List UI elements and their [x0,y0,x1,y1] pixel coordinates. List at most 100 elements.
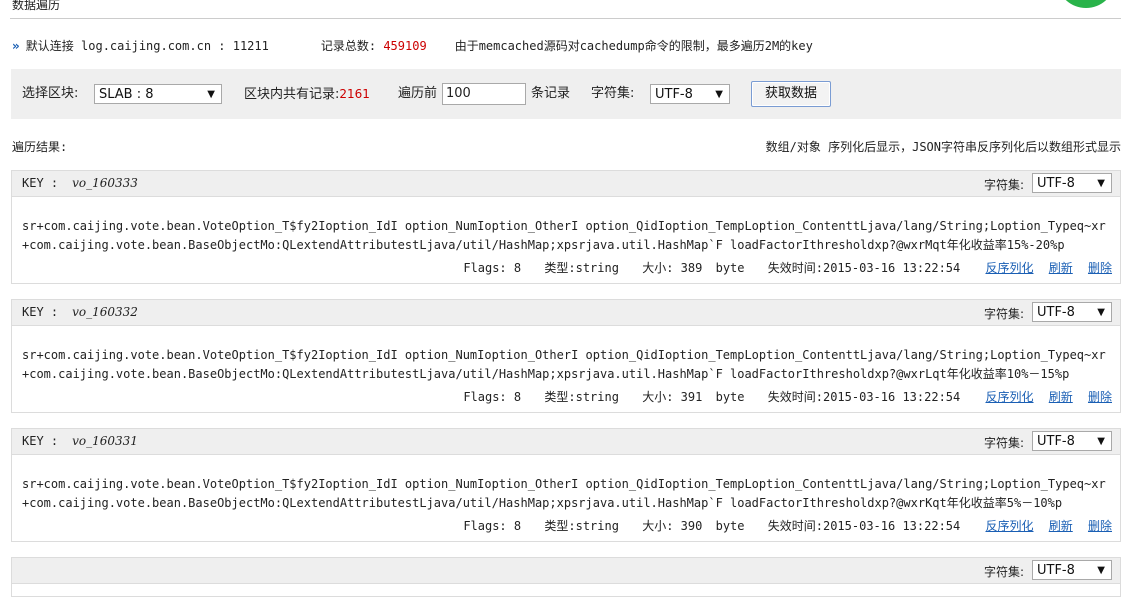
size-unit: byte [715,390,745,404]
expire-label: 失效时间: [767,519,823,533]
record-charset-select[interactable]: UTF-8 ▼ [1032,173,1112,193]
results-label: 遍历结果: [12,140,68,154]
flags-value: 8 [513,390,522,404]
type-value: string [575,390,619,404]
flags-value: 8 [513,519,522,533]
title-divider [10,18,1121,19]
record-header: 字符集: UTF-8 ▼ [12,558,1120,584]
record-header: KEY : vo_160331 字符集: UTF-8 ▼ [12,429,1120,455]
type-value: string [575,261,619,275]
delete-link[interactable]: 删除 [1088,390,1112,404]
record-value: sr+com.caijing.vote.bean.VoteOption_T$fy… [22,477,1106,510]
caret-down-icon: ▼ [715,89,723,100]
caret-down-icon: ▼ [1097,307,1105,318]
record-header: KEY : vo_160332 字符集: UTF-8 ▼ [12,300,1120,326]
expire-value: 2015-03-16 13:22:54 [822,390,961,404]
record-charset-label: 字符集: [983,565,1024,579]
record-key: KEY : vo_160333 [22,176,138,190]
caret-down-icon: ▼ [1097,178,1105,189]
record-value: sr+com.caijing.vote.bean.VoteOption_T$fy… [22,219,1106,252]
record-key: KEY : vo_160331 [22,434,138,448]
type-label: 类型: [544,519,576,533]
record-charset-value: UTF-8 [1037,305,1075,320]
traverse-suffix: 条记录 [531,86,571,101]
record-key-value: vo_160333 [72,176,138,190]
record-value: sr+com.caijing.vote.bean.VoteOption_T$fy… [22,348,1106,381]
flags-label: Flags: [463,519,507,533]
size-label: 大小: [642,261,674,275]
record-key-value: vo_160331 [72,434,138,448]
refresh-link[interactable]: 刷新 [1049,261,1073,275]
expire-label: 失效时间: [767,261,823,275]
record-header: KEY : vo_160333 字符集: UTF-8 ▼ [12,171,1120,197]
caret-down-icon: ▼ [207,89,215,100]
total-value: 459109 [383,39,427,53]
record-key-label: KEY : [22,305,59,319]
record-charset-select[interactable]: UTF-8 ▼ [1032,431,1112,451]
slab-label: 选择区块: [22,86,79,101]
record-item: KEY : vo_160333 字符集: UTF-8 ▼ sr+com.caiji… [11,170,1121,284]
results-note: 数组/对象 序列化后显示，JSON字符串反序列化后以数组形式显示 [765,140,1121,154]
delete-link[interactable]: 删除 [1088,261,1112,275]
caret-down-icon: ▼ [1097,565,1105,576]
traverse-prefix: 遍历前 [398,86,438,101]
size-value: 391 [680,390,703,404]
size-unit: byte [715,519,745,533]
total-label: 记录总数: [320,39,377,53]
type-label: 类型: [544,390,576,404]
unserialize-link[interactable]: 反序列化 [985,390,1033,404]
green-status-icon[interactable] [1058,0,1114,8]
block-total-value: 2161 [339,87,370,101]
unserialize-link[interactable]: 反序列化 [985,261,1033,275]
size-label: 大小: [642,390,674,404]
double-chevron-right-icon: » [12,39,20,53]
record-item: KEY : vo_160331 字符集: UTF-8 ▼ sr+com.caiji… [11,428,1121,542]
record-charset-select[interactable]: UTF-8 ▼ [1032,560,1112,580]
slab-select-value: SLAB : 8 [99,87,154,102]
flags-label: Flags: [463,390,507,404]
connection-info: » 默认连接 log.caijing.com.cn : 11211 记录总数: 45… [12,38,813,54]
type-value: string [575,519,619,533]
expire-label: 失效时间: [767,390,823,404]
record-charset-label: 字符集: [983,436,1024,450]
default-conn-label: 默认连接 [25,39,74,53]
delete-link[interactable]: 删除 [1088,519,1112,533]
query-toolbar: 选择区块: SLAB : 8 ▼ 区块内共有记录:2161 遍历前 100 条记… [11,69,1121,119]
record-key-value: vo_160332 [72,305,138,319]
record-charset-value: UTF-8 [1037,434,1075,449]
record-item: KEY : vo_160332 字符集: UTF-8 ▼ sr+com.caiji… [11,299,1121,413]
charset-label: 字符集: [591,86,635,101]
size-value: 390 [680,519,703,533]
slab-select[interactable]: SLAB : 8 ▼ [94,84,222,104]
default-conn-value: log.caijing.com.cn : 11211 [81,39,269,53]
size-label: 大小: [642,519,674,533]
record-key: KEY : vo_160332 [22,305,138,319]
record-charset-select[interactable]: UTF-8 ▼ [1032,302,1112,322]
expire-value: 2015-03-16 13:22:54 [822,519,961,533]
flags-value: 8 [513,261,522,275]
charset-select-value: UTF-8 [655,87,693,102]
block-total-label: 区块内共有记录:2161 [244,87,370,102]
fetch-data-button[interactable]: 获取数据 [751,81,831,107]
charset-select[interactable]: UTF-8 ▼ [650,84,730,104]
record-charset-label: 字符集: [983,178,1024,192]
record-item-partial: 字符集: UTF-8 ▼ [11,557,1121,597]
traverse-count-input[interactable]: 100 [442,83,526,105]
size-value: 389 [680,261,703,275]
record-charset-value: UTF-8 [1037,563,1075,578]
flags-label: Flags: [463,261,507,275]
record-key-label: KEY : [22,434,59,448]
type-label: 类型: [544,261,576,275]
record-meta: Flags: 8 类型:string 大小: 391 byte 失效时间:201… [447,388,1112,405]
caret-down-icon: ▼ [1097,436,1105,447]
record-charset-label: 字符集: [983,307,1024,321]
record-charset-value: UTF-8 [1037,176,1075,191]
unserialize-link[interactable]: 反序列化 [985,519,1033,533]
refresh-link[interactable]: 刷新 [1049,519,1073,533]
record-meta: Flags: 8 类型:string 大小: 389 byte 失效时间:201… [447,259,1112,276]
refresh-link[interactable]: 刷新 [1049,390,1073,404]
expire-value: 2015-03-16 13:22:54 [822,261,961,275]
page-title: 数据遍历 [12,0,61,12]
record-meta: Flags: 8 类型:string 大小: 390 byte 失效时间:201… [447,517,1112,534]
size-unit: byte [715,261,745,275]
